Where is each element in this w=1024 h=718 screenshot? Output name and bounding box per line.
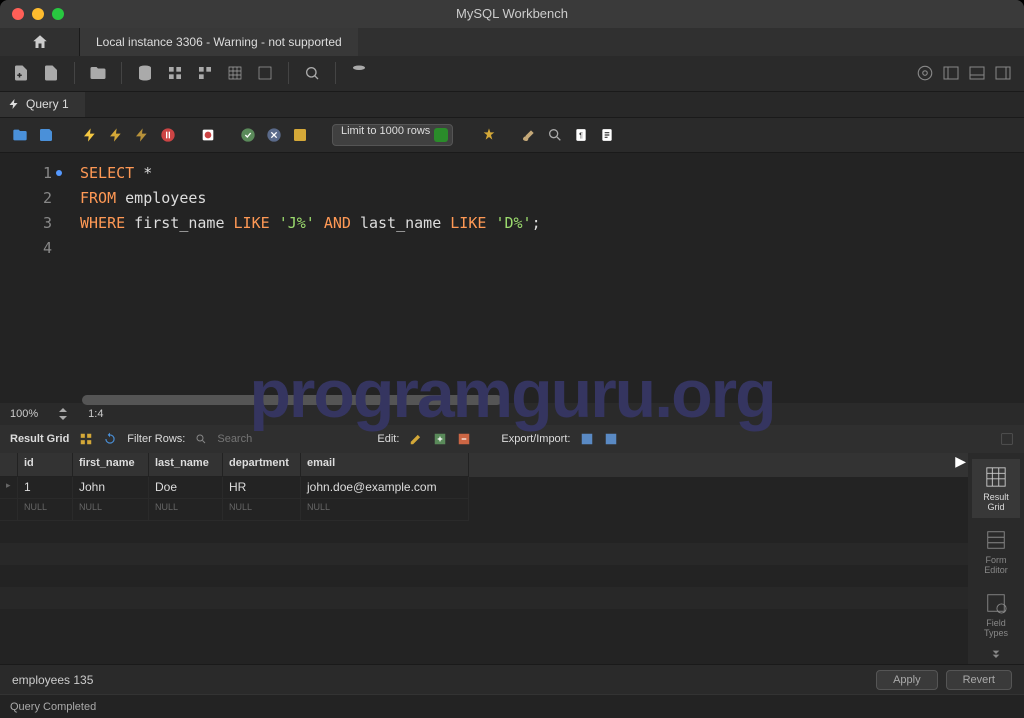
result-side-panel: ResultGridFormEditorFieldTypes	[968, 453, 1024, 664]
save-icon[interactable]	[36, 125, 56, 145]
line-gutter: 1 2 3 4	[0, 153, 60, 403]
rollback-icon[interactable]	[264, 125, 284, 145]
grid2-icon[interactable]	[254, 62, 276, 84]
code-area[interactable]: SELECT *FROM employeesWHERE first_name L…	[60, 153, 1024, 403]
explain-icon[interactable]	[132, 125, 152, 145]
stop-icon[interactable]	[158, 125, 178, 145]
stop-on-error-icon[interactable]	[198, 125, 218, 145]
edit-label: Edit:	[377, 433, 399, 445]
search-icon	[195, 433, 207, 445]
find-icon[interactable]	[545, 125, 565, 145]
limit-rows-select[interactable]: Limit to 1000 rows	[332, 124, 453, 146]
panel-left-icon[interactable]	[940, 62, 962, 84]
bottom-bar: employees 135 Apply Revert	[0, 664, 1024, 694]
invisible-chars-icon[interactable]: ¶	[571, 125, 591, 145]
new-tab-icon[interactable]	[40, 62, 62, 84]
query-tabs: Query 1	[0, 92, 1024, 118]
export-label: Export/Import:	[501, 433, 570, 445]
open-file-icon[interactable]	[10, 125, 30, 145]
titlebar: MySQL Workbench	[0, 0, 1024, 28]
add-row-icon[interactable]	[433, 432, 447, 446]
import-icon[interactable]	[604, 432, 618, 446]
result-tab-label[interactable]: employees 135	[12, 673, 93, 687]
side-panel-item[interactable]: FieldTypes	[972, 585, 1020, 644]
expand-icon[interactable]: ▶	[955, 453, 966, 470]
execute-icon[interactable]	[80, 125, 100, 145]
open-sql-icon[interactable]	[87, 62, 109, 84]
main-toolbar	[0, 56, 1024, 92]
connection-tab[interactable]: Local instance 3306 - Warning - not supp…	[80, 28, 358, 56]
grid-toggle-icon[interactable]	[79, 432, 93, 446]
db-refresh-icon[interactable]	[348, 62, 370, 84]
status-bar: Query Completed	[0, 694, 1024, 718]
cursor-position: 1:4	[88, 408, 103, 420]
table-add-icon[interactable]	[194, 62, 216, 84]
app-title: MySQL Workbench	[0, 6, 1024, 21]
beautify-icon[interactable]	[479, 125, 499, 145]
home-icon	[31, 33, 49, 51]
result-grid[interactable]: idfirst_namelast_namedepartmentemail▸1Jo…	[0, 453, 968, 664]
horizontal-scrollbar[interactable]	[82, 395, 502, 405]
side-panel-item[interactable]: ResultGrid	[972, 459, 1020, 518]
new-sql-tab-icon[interactable]	[10, 62, 32, 84]
lightning-icon	[8, 98, 20, 110]
status-text: Query Completed	[10, 701, 96, 713]
result-toolbar: Result Grid Filter Rows: Edit: Export/Im…	[0, 425, 1024, 453]
filter-label: Filter Rows:	[127, 433, 185, 445]
zoom-stepper-icon[interactable]	[58, 408, 68, 420]
chevron-down-icon[interactable]	[986, 648, 1006, 664]
brush-icon[interactable]	[519, 125, 539, 145]
side-panel-item[interactable]: FormEditor	[972, 522, 1020, 581]
panel-right-icon[interactable]	[992, 62, 1014, 84]
delete-row-icon[interactable]	[457, 432, 471, 446]
db-icon[interactable]	[134, 62, 156, 84]
revert-button[interactable]: Revert	[946, 670, 1012, 690]
panel-bottom-icon[interactable]	[966, 62, 988, 84]
export-icon[interactable]	[580, 432, 594, 446]
wrap-cell-icon[interactable]	[1000, 432, 1014, 446]
zoom-level[interactable]: 100%	[10, 408, 38, 420]
inspector-icon[interactable]	[301, 62, 323, 84]
edit-row-icon[interactable]	[409, 432, 423, 446]
result-grid-label: Result Grid	[10, 433, 69, 445]
query-tab-label: Query 1	[26, 97, 69, 111]
zoom-bar: 100% 1:4	[0, 403, 1024, 425]
sql-editor[interactable]: 1 2 3 4 SELECT *FROM employeesWHERE firs…	[0, 153, 1024, 403]
connection-tabs: Local instance 3306 - Warning - not supp…	[0, 28, 1024, 56]
wrap-icon[interactable]	[597, 125, 617, 145]
refresh-icon[interactable]	[103, 432, 117, 446]
svg-text:¶: ¶	[579, 132, 583, 139]
execute-current-icon[interactable]	[106, 125, 126, 145]
apply-button[interactable]: Apply	[876, 670, 938, 690]
query-toolbar: Limit to 1000 rows ¶	[0, 118, 1024, 154]
connection-tab-label: Local instance 3306 - Warning - not supp…	[96, 35, 342, 49]
commit-icon[interactable]	[238, 125, 258, 145]
result-area: ▶ idfirst_namelast_namedepartmentemail▸1…	[0, 453, 1024, 664]
schema-icon[interactable]	[164, 62, 186, 84]
gear-icon[interactable]	[914, 62, 936, 84]
query-tab[interactable]: Query 1	[0, 92, 85, 117]
autocommit-icon[interactable]	[290, 125, 310, 145]
filter-input[interactable]	[217, 433, 317, 445]
home-tab[interactable]	[0, 28, 80, 56]
grid-icon[interactable]	[224, 62, 246, 84]
